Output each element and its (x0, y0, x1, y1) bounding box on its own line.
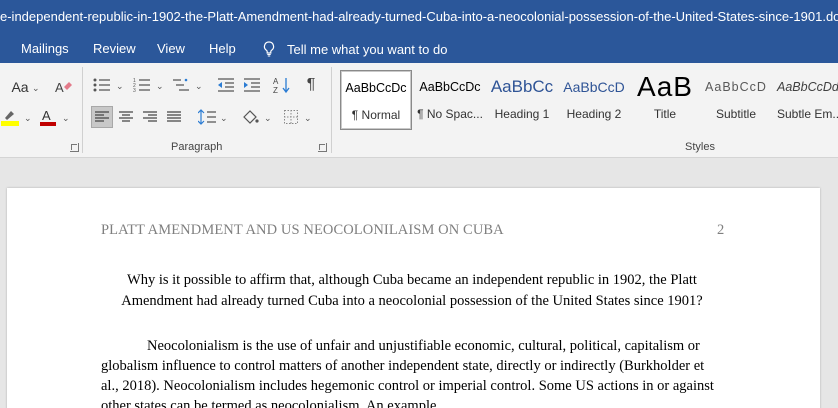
svg-text:Z: Z (273, 86, 278, 94)
ribbon-tabs: Mailings Review View Help Tell me what y… (0, 34, 838, 63)
tab-mailings[interactable]: Mailings (21, 41, 69, 56)
svg-text:A: A (42, 108, 51, 123)
chevron-down-icon[interactable]: ⌄ (220, 113, 228, 124)
justify-icon (167, 111, 181, 122)
style-sample: AaBbCcD (705, 80, 767, 94)
line-spacing-icon (198, 109, 216, 125)
tell-me-search[interactable]: Tell me what you want to do (263, 41, 447, 57)
clear-formatting-icon: A (55, 80, 72, 95)
styles-group-label: Styles (685, 141, 715, 153)
shading-button[interactable] (239, 106, 261, 128)
style-title[interactable]: AaB Title (630, 70, 700, 130)
clear-formatting-button[interactable]: A (53, 76, 75, 98)
decrease-indent-icon (218, 78, 234, 92)
chevron-down-icon[interactable]: ⌄ (116, 81, 124, 92)
align-right-icon (143, 111, 157, 122)
style-sample: AaBbCcDc (345, 81, 407, 95)
chevron-down-icon[interactable]: ⌄ (304, 113, 312, 124)
numbered-list-icon: 123 (133, 78, 150, 93)
sort-icon: AZ (273, 77, 290, 94)
chevron-down-icon[interactable]: ⌄ (156, 81, 164, 92)
svg-text:A: A (273, 77, 279, 86)
chevron-down-icon[interactable]: ⌄ (32, 83, 40, 94)
document-canvas[interactable]: PLATT AMENDMENT AND US NEOCOLONILAISM ON… (0, 158, 838, 408)
style-heading-1[interactable]: AaBbCc Heading 1 (486, 70, 558, 130)
line-spacing-button[interactable] (196, 106, 218, 128)
style-sample: AaB (637, 71, 693, 102)
svg-text:3: 3 (133, 88, 136, 93)
tab-view[interactable]: View (157, 41, 185, 56)
style-subtitle[interactable]: AaBbCcD Subtitle (700, 70, 772, 130)
svg-text:A: A (55, 80, 64, 95)
align-right-button[interactable] (139, 106, 161, 128)
research-question[interactable]: Why is it possible to affirm that, altho… (101, 270, 723, 311)
ribbon: Aa ⌄ A ⌄ A ⌄ ⌄ 123 ⌄ ⌄ A Z ¶ ⌄ ⌄ ⌄ Parag… (0, 63, 838, 158)
sort-button[interactable]: AZ (271, 74, 293, 96)
group-separator (331, 67, 332, 153)
style-heading-2[interactable]: AaBbCcD Heading 2 (558, 70, 630, 130)
paragraph-group-label: Paragraph (171, 141, 223, 153)
style-label: Subtle Em... (777, 107, 838, 121)
style-sample: AaBbCcD (563, 79, 625, 95)
tab-help[interactable]: Help (209, 41, 236, 56)
style-label: Heading 2 (566, 107, 622, 121)
style-sample: AaBbCc (490, 77, 554, 96)
bullet-list-icon (93, 78, 110, 92)
align-left-button[interactable] (91, 106, 113, 128)
paragraph-dialog-launcher[interactable] (318, 143, 327, 152)
increase-indent-icon (244, 78, 260, 92)
lightbulb-icon (263, 41, 275, 57)
group-separator (82, 67, 83, 153)
style-no-spacing[interactable]: AaBbCcDc ¶ No Spac... (414, 70, 486, 130)
tell-me-text: Tell me what you want to do (287, 41, 448, 57)
align-left-icon (95, 111, 109, 122)
style-normal[interactable]: AaBbCcDc ¶ Normal (340, 70, 412, 130)
font-dialog-launcher[interactable] (70, 143, 79, 152)
chevron-down-icon[interactable]: ⌄ (24, 113, 32, 124)
change-case-button[interactable]: Aa (9, 76, 31, 98)
justify-button[interactable] (163, 106, 185, 128)
document-title: e-independent-republic-in-1902-the-Platt… (0, 9, 838, 24)
page-number: 2 (717, 222, 725, 238)
tab-review[interactable]: Review (93, 41, 136, 56)
increase-indent-button[interactable] (241, 74, 263, 96)
style-label: Subtitle (715, 107, 757, 121)
highlight-color-button[interactable] (0, 106, 20, 128)
bullets-button[interactable] (91, 74, 113, 96)
chevron-down-icon[interactable]: ⌄ (264, 113, 272, 124)
borders-icon (284, 110, 298, 124)
styles-gallery: AaBbCcDc ¶ Normal AaBbCcDc ¶ No Spac... … (339, 70, 838, 130)
style-label: Heading 1 (494, 107, 550, 121)
numbering-button[interactable]: 123 (131, 74, 153, 96)
document-page[interactable]: PLATT AMENDMENT AND US NEOCOLONILAISM ON… (7, 188, 820, 408)
style-label: Title (653, 107, 677, 121)
multilevel-list-icon (173, 78, 189, 91)
chevron-down-icon[interactable]: ⌄ (62, 113, 70, 124)
multilevel-list-button[interactable] (170, 74, 192, 96)
title-bar: e-independent-republic-in-1902-the-Platt… (0, 0, 838, 34)
font-color-icon: A (40, 108, 56, 126)
style-sample: AaBbCcDd (777, 80, 838, 94)
style-subtle-emphasis[interactable]: AaBbCcDd Subtle Em... (772, 70, 838, 130)
center-button[interactable] (115, 106, 137, 128)
style-label: ¶ Normal (351, 108, 401, 122)
highlighter-icon (1, 111, 19, 126)
paint-bucket-icon (243, 110, 259, 124)
decrease-indent-button[interactable] (215, 74, 237, 96)
chevron-down-icon[interactable]: ⌄ (195, 81, 203, 92)
show-formatting-marks-button[interactable]: ¶ (300, 74, 322, 96)
body-paragraph[interactable]: Neocolonialism is the use of unfair and … (101, 336, 723, 408)
page-header[interactable]: PLATT AMENDMENT AND US NEOCOLONILAISM ON… (101, 222, 504, 239)
borders-button[interactable] (280, 106, 302, 128)
font-color-button[interactable]: A (37, 106, 59, 128)
style-label: ¶ No Spac... (417, 107, 483, 121)
align-center-icon (119, 111, 133, 122)
style-sample: AaBbCcDc (419, 80, 481, 94)
